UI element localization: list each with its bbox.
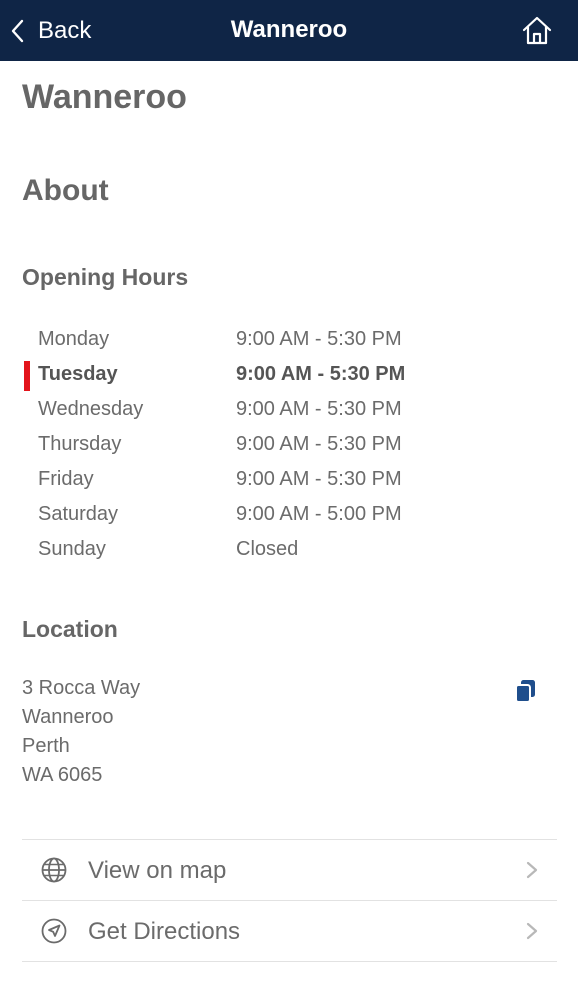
opening-hours-list: Monday 9:00 AM - 5:30 PM Tuesday 9:00 AM… <box>0 322 578 567</box>
get-directions-button[interactable]: Get Directions <box>22 901 557 962</box>
location-heading: Location <box>22 616 118 642</box>
day-label: Friday <box>38 468 94 490</box>
today-marker <box>24 361 30 391</box>
copy-icon[interactable] <box>512 677 540 705</box>
action-label: Get Directions <box>88 918 241 945</box>
hours-value: Closed <box>236 538 299 560</box>
back-button-label: Back <box>38 17 92 44</box>
page-title: Wanneroo <box>22 78 187 116</box>
address-line: Wanneroo <box>22 706 114 728</box>
hours-row-friday: Friday 9:00 AM - 5:30 PM <box>0 462 578 497</box>
hours-value: 9:00 AM - 5:00 PM <box>236 503 402 525</box>
hours-value: 9:00 AM - 5:30 PM <box>236 328 402 350</box>
day-label: Thursday <box>38 433 122 455</box>
hours-value: 9:00 AM - 5:30 PM <box>236 363 406 385</box>
day-label: Sunday <box>38 538 106 560</box>
home-icon[interactable] <box>520 14 554 48</box>
hours-row-saturday: Saturday 9:00 AM - 5:00 PM <box>0 497 578 532</box>
compass-arrow-icon <box>41 918 67 944</box>
address-line: WA 6065 <box>22 764 103 786</box>
day-label: Wednesday <box>38 398 144 420</box>
address-block: 3 Rocca Way Wanneroo Perth WA 6065 <box>22 674 140 790</box>
navigation-bar: Back Wanneroo <box>0 0 578 61</box>
chevron-right-icon <box>526 922 538 940</box>
hours-row-tuesday: Tuesday 9:00 AM - 5:30 PM <box>0 357 578 392</box>
opening-hours-heading: Opening Hours <box>22 264 189 290</box>
hours-value: 9:00 AM - 5:30 PM <box>236 433 402 455</box>
location-actions: View on map Get Directions <box>22 839 557 962</box>
hours-row-monday: Monday 9:00 AM - 5:30 PM <box>0 322 578 357</box>
view-on-map-button[interactable]: View on map <box>22 840 557 901</box>
day-label: Saturday <box>38 503 119 525</box>
address-line: 3 Rocca Way <box>22 677 141 699</box>
day-label: Tuesday <box>38 363 118 385</box>
globe-icon <box>41 857 67 883</box>
hours-row-wednesday: Wednesday 9:00 AM - 5:30 PM <box>0 392 578 427</box>
hours-row-sunday: Sunday Closed <box>0 532 578 567</box>
hours-row-thursday: Thursday 9:00 AM - 5:30 PM <box>0 427 578 462</box>
chevron-right-icon <box>526 861 538 879</box>
day-label: Monday <box>38 328 110 350</box>
back-button[interactable]: Back <box>8 12 91 50</box>
hours-value: 9:00 AM - 5:30 PM <box>236 398 402 420</box>
hours-value: 9:00 AM - 5:30 PM <box>236 468 402 490</box>
chevron-left-icon <box>11 19 24 43</box>
address-line: Perth <box>22 735 70 757</box>
about-heading: About <box>22 174 109 207</box>
action-label: View on map <box>88 857 227 884</box>
